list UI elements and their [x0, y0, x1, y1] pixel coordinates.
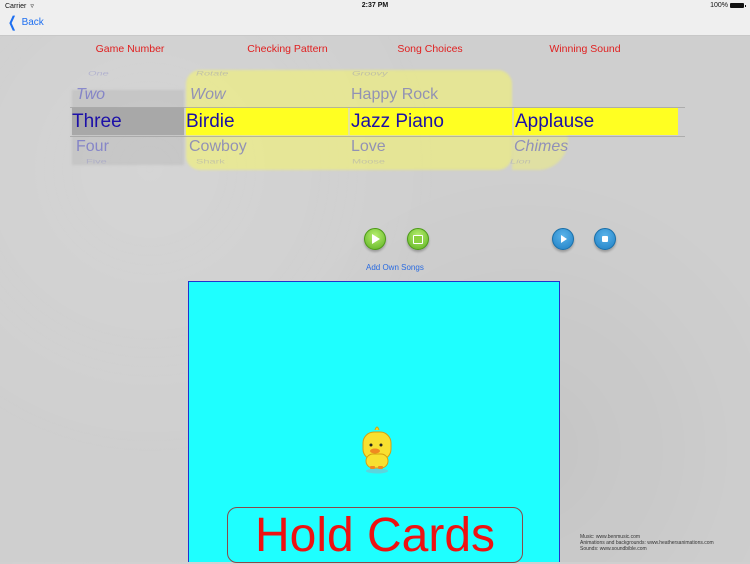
picker-item[interactable]: Wow [190, 86, 226, 104]
animation-stage: Hold Cards [188, 281, 560, 563]
picker-item[interactable]: Rotate [196, 70, 228, 77]
picker-item[interactable]: Four [76, 138, 109, 156]
picker-item[interactable]: Cowboy [189, 138, 247, 156]
credits: Music: www.benmusic.com Animations and b… [580, 534, 714, 552]
label-song-choices: Song Choices [397, 43, 463, 55]
label-game-number: Game Number [95, 43, 165, 55]
battery-percent: 100% [710, 2, 728, 9]
picker-item[interactable]: Lion [510, 158, 531, 165]
battery-icon [730, 3, 746, 8]
picker-item[interactable]: Two [76, 86, 105, 104]
picker-item[interactable]: Moose [352, 158, 385, 165]
picker-item[interactable]: Shark [196, 158, 225, 165]
credit-sounds: Sounds: www.soundbible.com [580, 546, 647, 552]
back-label: Back [21, 17, 44, 28]
picker-item-selected[interactable]: Three [72, 111, 122, 133]
picker-item[interactable]: Groovy [352, 70, 387, 77]
picker-item[interactable]: Happy Rock [351, 86, 438, 104]
back-button[interactable]: ❮ Back [6, 15, 44, 30]
chevron-left-icon: ❮ [7, 14, 17, 31]
label-checking-pattern: Checking Pattern [247, 43, 328, 55]
picker-item[interactable]: Love [351, 138, 386, 156]
picker-item[interactable]: Five [86, 158, 107, 165]
add-own-songs-link[interactable]: Add Own Songs [366, 263, 424, 272]
picker-item-selected[interactable]: Birdie [186, 111, 235, 133]
play-icon [372, 234, 380, 244]
picker-checking-pattern[interactable]: Rotate Wow Birdie Cowboy Shark [186, 70, 348, 170]
picker-winning-sound[interactable]: Applause Chimes Lion [510, 70, 678, 170]
picker-item-selected[interactable]: Applause [515, 111, 594, 133]
battery-status: 100% [710, 2, 746, 9]
label-winning-sound: Winning Sound [549, 43, 621, 55]
picker-song-choices[interactable]: Groovy Happy Rock Jazz Piano Love Moose [350, 70, 512, 170]
picker-item[interactable]: One [88, 70, 109, 77]
hold-cards-button[interactable]: Hold Cards [227, 507, 523, 563]
stop-song-button[interactable] [407, 228, 429, 250]
stop-sound-button[interactable] [594, 228, 616, 250]
picker-item-selected[interactable]: Jazz Piano [351, 111, 444, 133]
picker-item[interactable]: Chimes [514, 138, 568, 156]
stop-icon [413, 234, 423, 244]
picker-game-number[interactable]: One Two Three Four Five [72, 70, 184, 170]
duck-animation-icon [362, 426, 392, 474]
clock: 2:37 PM [361, 2, 389, 9]
play-icon [561, 235, 567, 243]
stop-icon [602, 236, 608, 242]
play-sound-button[interactable] [552, 228, 574, 250]
status-bar: Carrier ▿ 2:37 PM 100% [0, 0, 750, 12]
play-song-button[interactable] [364, 228, 386, 250]
navigation-bar: ❮ Back [0, 12, 750, 36]
